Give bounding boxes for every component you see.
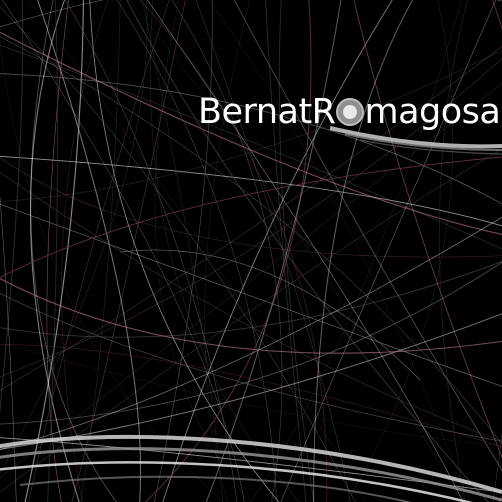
logo-text-first: BernatR (198, 92, 336, 132)
site-logo-title[interactable]: BernatR magosa (198, 92, 501, 132)
logo-o-circle-icon (335, 98, 364, 126)
background-line-art (0, 0, 502, 502)
logo-text-last: magosa (364, 92, 501, 132)
